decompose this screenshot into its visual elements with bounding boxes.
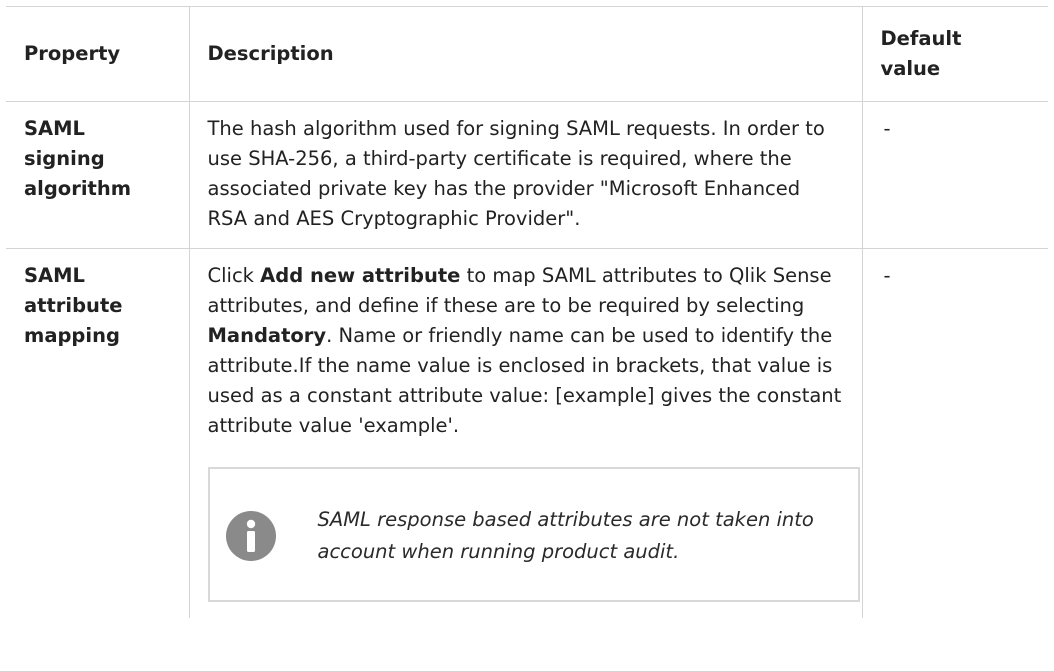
properties-table: Property Description Default value SAML … <box>6 6 1048 618</box>
note-box: SAML response based attributes are not t… <box>207 467 860 602</box>
cell-default-value: - <box>862 101 1048 249</box>
table-row: SAML signing algorithm The hash algorith… <box>6 101 1048 249</box>
property-name: SAML signing algorithm <box>24 117 132 200</box>
cell-property: SAML attribute mapping <box>6 248 190 618</box>
description-text-part: Click <box>207 264 261 287</box>
info-icon <box>225 511 276 561</box>
ui-term-mandatory: Mandatory <box>207 324 327 347</box>
property-name: SAML attribute mapping <box>24 264 123 347</box>
ui-term-add-new-attribute: Add new attribute <box>260 264 461 287</box>
description-text: Click Add new attribute to map SAML attr… <box>208 261 844 441</box>
cell-description: Click Add new attribute to map SAML attr… <box>189 248 863 618</box>
properties-table-container: Property Description Default value SAML … <box>6 6 1048 618</box>
header-default-value: Default value <box>862 6 1048 102</box>
table-header-row: Property Description Default value <box>6 6 1048 102</box>
header-default-value-label: Default value <box>880 27 962 80</box>
header-property: Property <box>6 6 190 102</box>
header-description: Description <box>189 6 863 102</box>
note-text: SAML response based attributes are not t… <box>317 508 814 563</box>
cell-property: SAML signing algorithm <box>6 101 190 249</box>
table-row: SAML attribute mapping Click Add new att… <box>6 248 1048 618</box>
cell-default-value: - <box>883 264 891 287</box>
cell-description: The hash algorithm used for signing SAML… <box>189 101 863 249</box>
